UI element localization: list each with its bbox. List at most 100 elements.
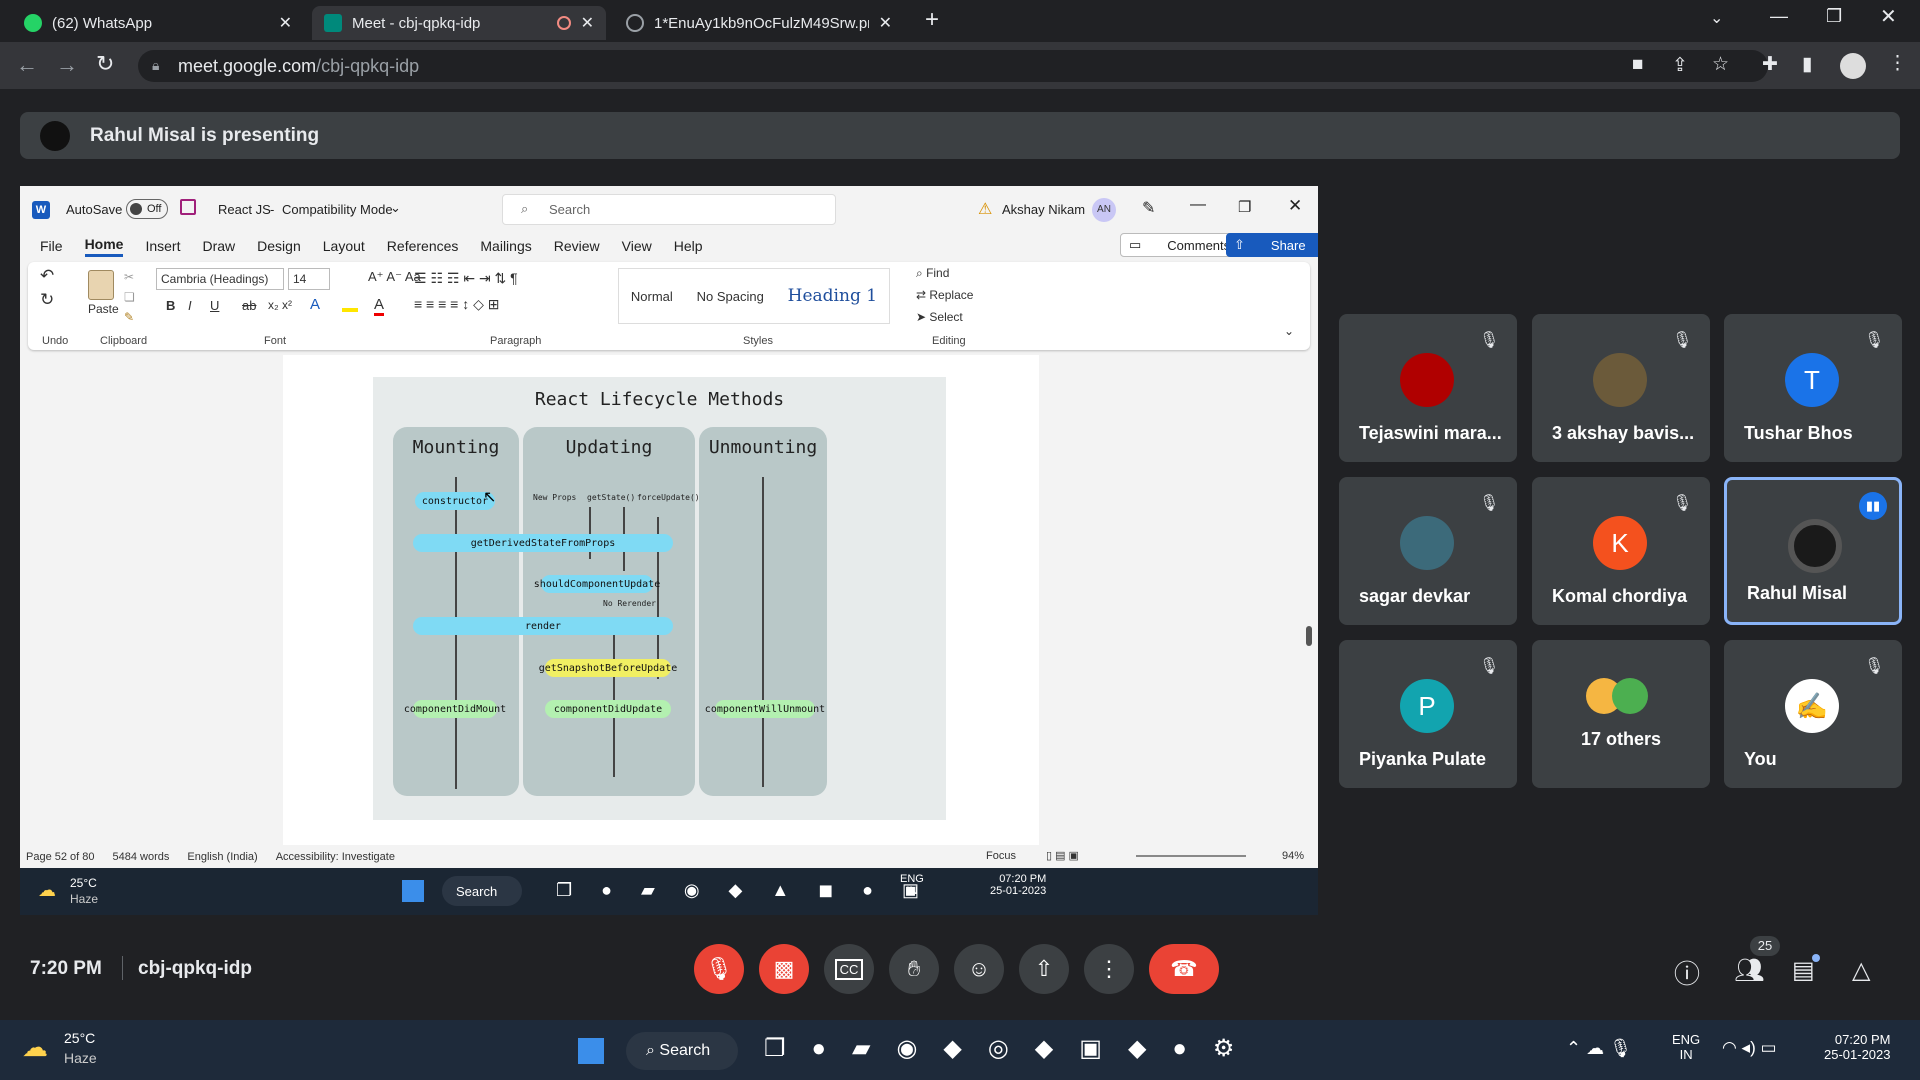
style-heading-1[interactable]: Heading 1 <box>788 286 877 306</box>
tab-image[interactable]: 1*EnuAy1kb9nOcFulzM49Srw.pn ✕ <box>614 6 904 40</box>
camera-off-button[interactable]: ▩ <box>759 944 809 994</box>
menu-design[interactable]: Design <box>257 238 301 254</box>
autosave-toggle[interactable]: Off <box>126 199 168 219</box>
close-window-icon[interactable]: ✕ <box>1880 4 1897 29</box>
menu-help[interactable]: Help <box>674 238 703 254</box>
self-tile[interactable]: 🎙︎ ✍ You <box>1724 640 1902 788</box>
menu-view[interactable]: View <box>622 238 652 254</box>
address-bar[interactable]: 🔒︎ meet.google.com/cbj-qpkq-idp ■ ⇪ ☆ <box>138 50 1768 82</box>
grow-font-icon[interactable]: A⁺ A⁻ Aa <box>368 269 421 285</box>
pen-icon[interactable]: ✎ <box>1142 198 1155 218</box>
view-icons[interactable]: ▯ ▤ ▣ <box>1046 849 1079 862</box>
close-tab-icon[interactable]: ✕ <box>279 13 292 33</box>
collapse-ribbon-icon[interactable]: ⌄ <box>1284 324 1294 338</box>
more-options-button[interactable]: ⋮ <box>1084 944 1134 994</box>
sidepanel-icon[interactable]: ▮ <box>1802 53 1812 76</box>
taskbar-apps-icons[interactable]: ❐●▰◉◆◎◆▣◆●⚙ <box>764 1034 1260 1063</box>
language[interactable]: English (India) <box>187 851 257 863</box>
maximize-icon[interactable]: ❐ <box>1826 6 1842 27</box>
text-effects-icon[interactable]: A <box>310 296 320 313</box>
tab-search-icon[interactable]: ⌄ <box>1710 8 1723 28</box>
minimize-icon[interactable]: — <box>1770 6 1788 27</box>
paste-icon[interactable] <box>88 270 114 300</box>
style-no-spacing[interactable]: No Spacing <box>697 289 764 304</box>
vertical-scrollbar[interactable] <box>1306 362 1312 842</box>
strikethrough-icon[interactable]: ab <box>242 298 256 313</box>
font-size-select[interactable]: 14 <box>288 268 330 290</box>
word-search-input[interactable]: ⌕ Search <box>502 194 836 225</box>
minimize-icon[interactable]: — <box>1190 196 1206 214</box>
save-icon[interactable] <box>180 199 196 215</box>
extensions-icon[interactable]: ✚ <box>1762 53 1778 76</box>
forward-icon[interactable]: → <box>56 52 78 78</box>
tray-icons[interactable]: ⌃ ☁ 🎙︎ <box>1566 1038 1632 1059</box>
menu-draw[interactable]: Draw <box>202 238 235 254</box>
font-name-select[interactable]: Cambria (Headings) <box>156 268 284 290</box>
reload-icon[interactable]: ↻ <box>96 51 114 77</box>
find-button[interactable]: ⌕ Find <box>916 266 949 281</box>
bullets-icon[interactable]: ☰ ☷ ☶ ⇤ ⇥ ⇅ ¶ <box>414 270 518 287</box>
participant-tile[interactable]: 🎙︎ T Tushar Bhos <box>1724 314 1902 462</box>
share-icon[interactable]: ⇪ <box>1672 54 1688 77</box>
menu-file[interactable]: File <box>40 238 63 254</box>
replace-button[interactable]: ⇄ Replace <box>916 288 973 302</box>
activities-icon[interactable]: △ <box>1852 956 1870 985</box>
taskbar-search[interactable]: Search <box>442 876 522 906</box>
menu-insert[interactable]: Insert <box>145 238 180 254</box>
user-name[interactable]: Akshay Nikam <box>1002 202 1085 217</box>
info-icon[interactable]: ⓘ <box>1674 954 1700 991</box>
copy-icon[interactable]: ❏ <box>124 290 135 304</box>
share-button[interactable]: ⇧Share⌄ <box>1226 233 1318 257</box>
menu-review[interactable]: Review <box>554 238 600 254</box>
star-icon[interactable]: ☆ <box>1712 53 1729 76</box>
undo-icon[interactable]: ↶ <box>40 266 54 286</box>
taskbar-search[interactable]: ⌕ Search <box>626 1032 738 1070</box>
back-icon[interactable]: ← <box>16 52 38 78</box>
align-icons[interactable]: ≡ ≡ ≡ ≡ ↕ ◇ ⊞ <box>414 296 500 313</box>
taskbar-apps-icons[interactable]: ❐ ● ▰ ◉ ◆ ▲ ◼ ● ▣ <box>556 880 931 901</box>
menu-references[interactable]: References <box>387 238 459 254</box>
menu-home[interactable]: Home <box>84 236 124 257</box>
participant-tile[interactable]: 🎙︎ 3 akshay bavis... <box>1532 314 1710 462</box>
participant-tile-speaking[interactable]: ▮▮ Rahul Misal <box>1724 477 1902 625</box>
close-tab-icon[interactable]: ✕ <box>581 13 594 33</box>
tab-meet[interactable]: Meet - cbj-qpkq-idp ✕ <box>312 6 606 40</box>
chat-icon[interactable]: ▤ <box>1792 956 1815 985</box>
profile-avatar[interactable] <box>1840 53 1866 79</box>
italic-icon[interactable]: I <box>188 298 192 313</box>
mic-off-button[interactable]: 🎙︎ <box>694 944 744 994</box>
bold-icon[interactable]: B <box>166 298 175 313</box>
network-sound-battery-icons[interactable]: ◠ ◂) ▭ <box>1722 1038 1777 1058</box>
redo-icon[interactable]: ↻ <box>40 290 54 310</box>
captions-button[interactable]: CC <box>824 944 874 994</box>
close-icon[interactable]: ✕ <box>1288 196 1302 216</box>
windows-start-icon[interactable] <box>578 1038 604 1064</box>
reactions-button[interactable]: ☺ <box>954 944 1004 994</box>
participant-tile[interactable]: 🎙︎ P Piyanka Pulate <box>1339 640 1517 788</box>
raise-hand-button[interactable]: ✋︎ <box>889 944 939 994</box>
font-color-icon[interactable]: A <box>374 296 385 316</box>
taskbar-clock[interactable]: 07:20 PM 25-01-2023 <box>990 873 1046 897</box>
zoom-level[interactable]: 94% <box>1282 850 1304 862</box>
highlight-icon[interactable] <box>342 296 358 312</box>
compatibility-mode[interactable]: Compatibility Mode <box>282 202 393 217</box>
close-tab-icon[interactable]: ✕ <box>879 13 892 33</box>
page-count[interactable]: Page 52 of 80 <box>26 851 95 863</box>
present-button[interactable]: ⇧ <box>1019 944 1069 994</box>
cut-icon[interactable]: ✂ <box>124 270 134 284</box>
leave-call-button[interactable]: ☎ <box>1149 944 1219 994</box>
accessibility-status[interactable]: Accessibility: Investigate <box>276 851 395 863</box>
others-tile[interactable]: 17 others <box>1532 640 1710 788</box>
tab-whatsapp[interactable]: (62) WhatsApp ✕ <box>12 6 304 40</box>
taskbar-clock[interactable]: 07:20 PM 25-01-2023 <box>1824 1032 1891 1062</box>
focus-button[interactable]: Focus <box>986 850 1016 862</box>
menu-icon[interactable]: ⋮ <box>1888 52 1907 75</box>
subscript-icon[interactable]: x₂ x² <box>268 298 292 312</box>
participant-tile[interactable]: 🎙︎ sagar devkar <box>1339 477 1517 625</box>
new-tab-button[interactable]: + <box>925 6 939 34</box>
select-button[interactable]: ➤ Select <box>916 310 963 324</box>
participant-tile[interactable]: 🎙︎ Tejaswini mara... <box>1339 314 1517 462</box>
people-icon[interactable]: 👥︎ <box>1734 956 1764 985</box>
zoom-slider[interactable] <box>1136 855 1246 857</box>
format-painter-icon[interactable]: ✎ <box>124 310 134 324</box>
